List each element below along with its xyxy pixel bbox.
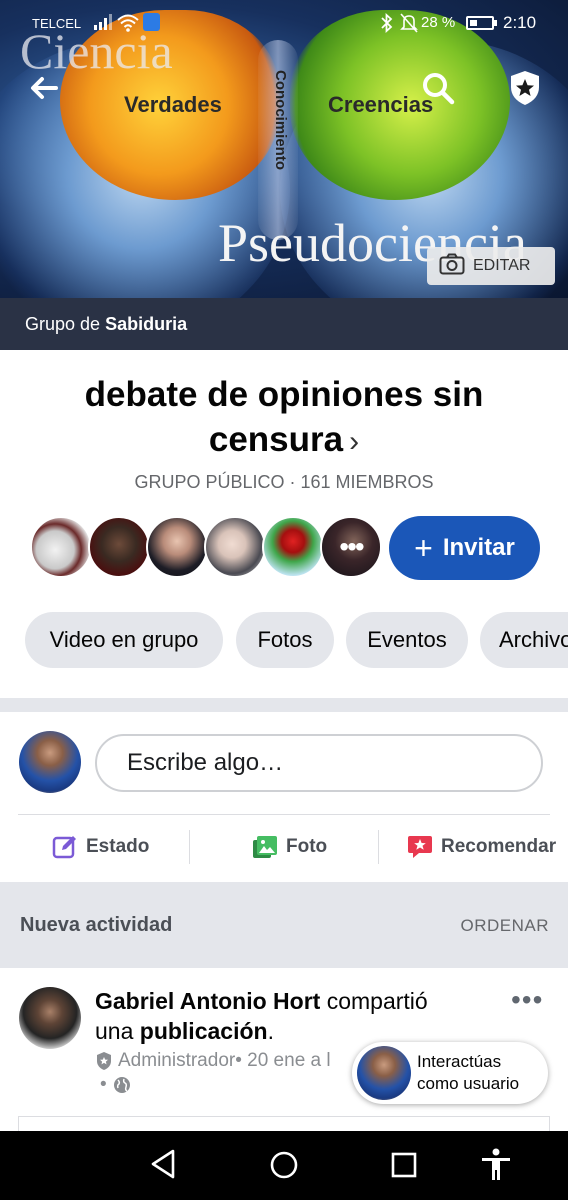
back-arrow-icon[interactable] <box>26 70 62 106</box>
carrier-label: TELCEL <box>32 16 82 31</box>
group-title[interactable]: debate de opiniones sin censura › <box>0 372 568 464</box>
group-tabs: Video en grupo Fotos Eventos Archivos <box>25 612 568 668</box>
cover-text-verdades: Verdades <box>124 92 222 117</box>
edit-cover-label: EDITAR <box>473 257 531 274</box>
camera-icon <box>439 253 465 280</box>
action-divider <box>189 830 190 864</box>
edit-icon <box>52 834 78 860</box>
status-bar: TELCEL 28 % 2:10 <box>0 0 568 48</box>
post-headline: Gabriel Antonio Hort compartió una publi… <box>95 986 495 1046</box>
globe-icon <box>113 1076 131 1094</box>
chip-fotos[interactable]: Fotos <box>236 612 334 668</box>
member-avatar[interactable] <box>262 516 324 578</box>
member-avatar[interactable] <box>204 516 266 578</box>
battery-percent: 28 % <box>421 14 456 31</box>
nav-home-icon[interactable] <box>270 1151 298 1184</box>
chevron-right-icon: › <box>349 425 360 458</box>
post-period: . <box>267 1018 274 1044</box>
battery-icon <box>466 16 494 30</box>
foto-button[interactable]: Foto <box>252 830 327 864</box>
toast-text: Interactúas como usuario <box>417 1051 519 1095</box>
recommend-icon <box>407 834 433 860</box>
post-meta: Administrador • 20 ene a l <box>95 1050 331 1072</box>
chip-archivos[interactable]: Archivos <box>480 612 568 668</box>
post-action-2: una <box>95 1018 140 1044</box>
post-author-role: Administrador <box>118 1050 236 1071</box>
post-author-name[interactable]: Gabriel Antonio Hort <box>95 988 320 1014</box>
privacy-separator: • <box>100 1074 107 1095</box>
composer-divider <box>18 814 550 815</box>
post-privacy: • <box>100 1074 131 1096</box>
shield-icon <box>95 1051 113 1071</box>
my-avatar[interactable] <box>19 731 81 793</box>
composer-input[interactable]: Escribe algo… <box>95 734 543 792</box>
system-navigation-bar <box>0 1131 568 1200</box>
parent-group-name[interactable]: Sabiduria <box>105 314 187 335</box>
bluetooth-icon <box>380 12 394 37</box>
post-action: compartió <box>320 988 428 1014</box>
section-divider <box>0 698 568 712</box>
more-dots-icon: ••• <box>322 518 380 576</box>
cover-text-conocimiento: Conocimiento <box>272 70 289 170</box>
accessibility-icon[interactable] <box>480 1148 512 1187</box>
admin-badge-icon[interactable] <box>505 68 545 108</box>
nav-back-icon[interactable] <box>148 1148 178 1185</box>
estado-label: Estado <box>86 836 150 857</box>
group-of-bar[interactable]: Grupo de Sabiduria <box>0 298 568 350</box>
toast-avatar <box>357 1046 411 1100</box>
invite-button[interactable]: + Invitar <box>389 516 540 580</box>
signal-icon <box>94 14 112 34</box>
recomendar-label: Recomendar <box>441 836 557 857</box>
group-meta: GRUPO PÚBLICO · 161 MIEMBROS <box>134 472 434 492</box>
foto-label: Foto <box>286 836 328 857</box>
post-author-avatar[interactable] <box>19 987 81 1049</box>
battery-tip <box>494 20 497 26</box>
post-object-link[interactable]: publicación <box>140 1018 268 1044</box>
member-avatar[interactable] <box>88 516 150 578</box>
post-date[interactable]: • 20 ene a l <box>235 1050 330 1072</box>
sort-button[interactable]: ORDENAR <box>460 916 549 936</box>
chip-eventos[interactable]: Eventos <box>346 612 468 668</box>
invite-label: Invitar <box>442 534 515 561</box>
clock: 2:10 <box>503 13 537 32</box>
photo-icon <box>252 834 278 860</box>
estado-button[interactable]: Estado <box>52 830 149 864</box>
edit-cover-button[interactable]: EDITAR <box>427 247 555 285</box>
chip-video-en-grupo[interactable]: Video en grupo <box>25 612 223 668</box>
member-avatar[interactable] <box>146 516 208 578</box>
more-members-avatar[interactable]: ••• <box>320 516 382 578</box>
member-avatar[interactable] <box>30 516 92 578</box>
group-title-line2: censura <box>208 420 344 459</box>
group-title-line1: debate de opiniones sin <box>84 375 484 414</box>
nav-recent-apps-icon[interactable] <box>391 1152 417 1183</box>
post-more-options-icon[interactable]: ••• <box>511 984 543 1016</box>
feed-header-title: Nueva actividad <box>20 914 173 936</box>
toast-line-1: Interactúas <box>417 1052 502 1071</box>
mute-bell-icon <box>400 13 418 37</box>
composer-placeholder: Escribe algo… <box>127 749 284 776</box>
recomendar-button[interactable]: Recomendar <box>407 830 556 864</box>
plus-icon: + <box>414 530 433 566</box>
wifi-icon <box>117 14 139 36</box>
vpn-shield-icon <box>143 13 160 31</box>
search-icon[interactable] <box>418 68 458 108</box>
interacting-as-user-toast[interactable]: Interactúas como usuario <box>352 1042 548 1104</box>
toast-line-2: como usuario <box>417 1074 520 1093</box>
group-of-prefix: Grupo de <box>25 313 101 334</box>
action-divider <box>378 830 379 864</box>
